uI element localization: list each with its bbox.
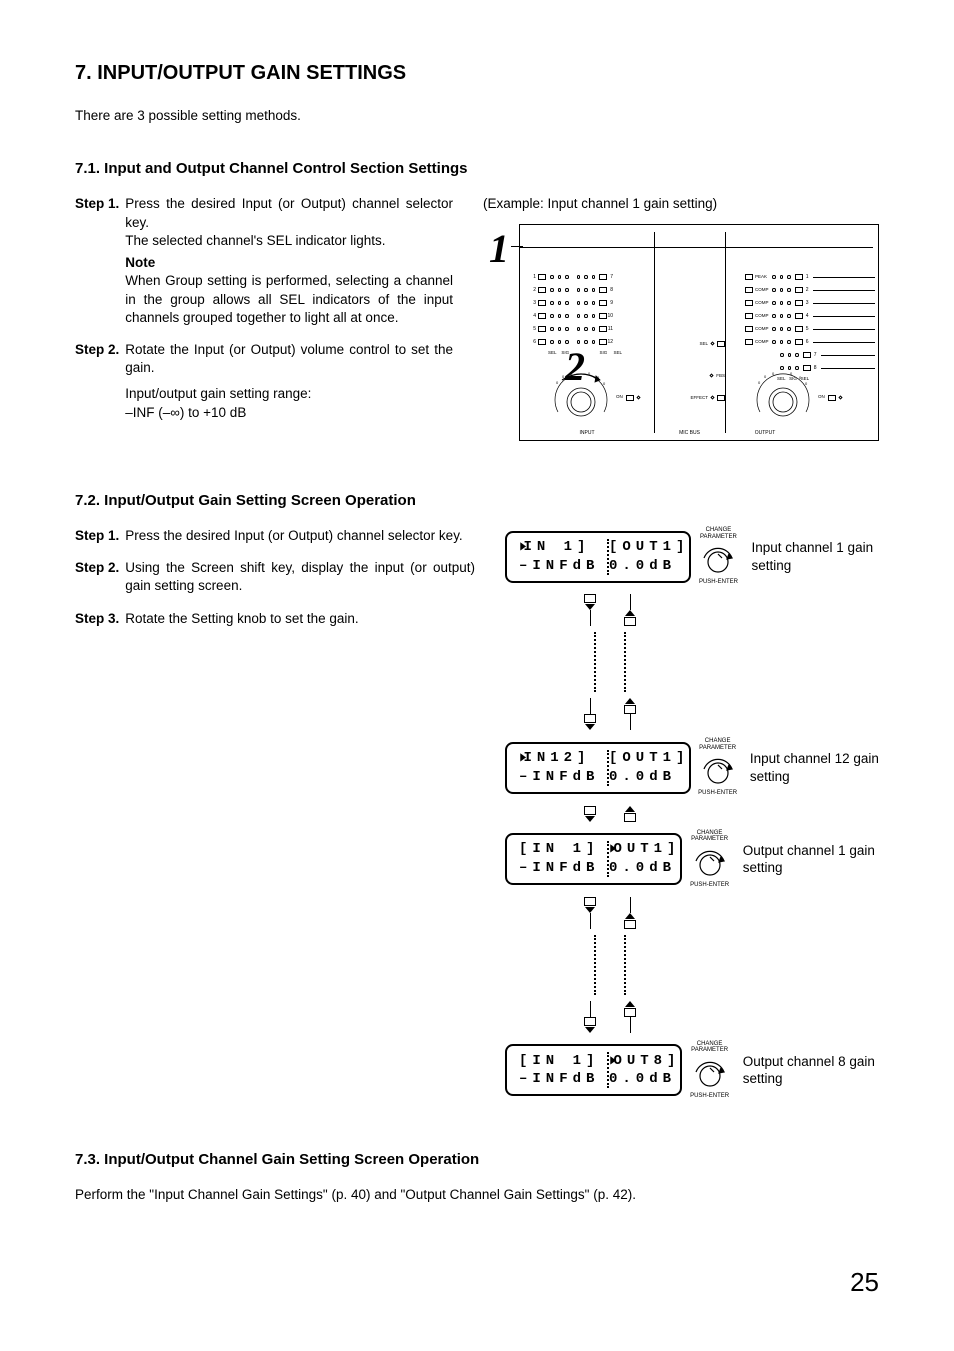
input-channel-matrix: 17 28 39 410 511 612 SEL SIGSIG SEL	[530, 271, 640, 356]
knob-label-top: CHANGEPARAMETER	[682, 1041, 736, 1054]
knob-label-bot: PUSH-ENTER	[691, 578, 745, 586]
nav-arrows-with-ellipsis	[505, 897, 879, 1033]
section-7-3-body: Perform the "Input Channel Gain Settings…	[75, 1186, 879, 1204]
step1-text-a: Press the desired Input (or Output) chan…	[125, 196, 453, 229]
screen-row: [IN 1]▶OUT1]–INFdB0.0dB CHANGEPARAMETER …	[505, 830, 879, 889]
knob-label-top: CHANGEPARAMETER	[691, 527, 745, 540]
knob-label-top: CHANGEPARAMETER	[682, 830, 736, 843]
s72-step1-text: Press the desired Input (or Output) chan…	[125, 527, 475, 545]
output-volume-knob: 000 000 ON	[750, 372, 814, 427]
svg-text:0: 0	[758, 380, 761, 385]
setting-knob: CHANGEPARAMETER PUSH-ENTER	[682, 1041, 736, 1100]
section-7-3-title: 7.3. Input/Output Channel Gain Setting S…	[75, 1150, 879, 1170]
lcd-screen: ▶IN 1][OUT1]–INFdB0.0dB	[505, 531, 691, 583]
knob-label-bot: PUSH-ENTER	[682, 881, 736, 889]
mic-bus-column: SEL FBS EFFECT	[670, 341, 725, 401]
down-button-icon	[584, 806, 596, 815]
knob-label-bot: PUSH-ENTER	[682, 1092, 736, 1100]
callout-line	[520, 247, 873, 248]
s72-step1-label: Step 1.	[75, 527, 119, 545]
example-caption: (Example: Input channel 1 gain setting)	[483, 195, 879, 213]
knob-label-top: CHANGEPARAMETER	[691, 738, 743, 751]
control-panel-diagram: 2 17 28 39 410 511 612 SEL SIGSIG SEL	[519, 224, 879, 441]
panel-divider	[654, 232, 655, 433]
triangle-down-icon	[585, 816, 595, 822]
lcd-screen: ▶IN12][OUT1]–INFdB0.0dB	[505, 742, 691, 794]
svg-text:0: 0	[764, 374, 767, 379]
input-section-label: INPUT	[520, 430, 654, 437]
screen-row: ▶IN 1][OUT1]–INFdB0.0dB CHANGEPARAMETER …	[505, 527, 879, 586]
s72-step3-text: Rotate the Setting knob to set the gain.	[125, 610, 475, 628]
svg-text:0: 0	[603, 381, 606, 386]
note-body: When Group setting is performed, selecti…	[125, 273, 453, 324]
setting-knob: CHANGEPARAMETER PUSH-ENTER	[691, 738, 743, 797]
up-button-icon	[624, 813, 636, 822]
nav-arrows	[505, 806, 715, 822]
output-channel-matrix: PEAK1 COMP2 COMP3 COMP4 COMP5 COMP6 7 8 …	[745, 271, 875, 382]
lcd-screen: [IN 1]▶OUT1]–INFdB0.0dB	[505, 833, 682, 885]
svg-text:0: 0	[805, 381, 808, 386]
micbus-section-label: MIC BUS	[654, 430, 725, 437]
s72-step2-text: Using the Screen shift key, display the …	[125, 559, 475, 595]
callout-1: 1	[489, 222, 509, 276]
screen-description: Input channel 12 gain setting	[750, 750, 879, 785]
knob-label-bot: PUSH-ENTER	[691, 789, 743, 797]
triangle-up-icon	[625, 806, 635, 812]
screen-row: [IN 1]▶OUT8]–INFdB0.0dB CHANGEPARAMETER …	[505, 1041, 879, 1100]
section-7-1-title: 7.1. Input and Output Channel Control Se…	[75, 159, 879, 179]
screen-description: Output channel 1 gain setting	[743, 842, 879, 877]
section-7-2-title: 7.2. Input/Output Gain Setting Screen Op…	[75, 491, 879, 511]
nav-arrows-with-ellipsis	[505, 594, 879, 730]
setting-knob: CHANGEPARAMETER PUSH-ENTER	[682, 830, 736, 889]
output-section-label: OUTPUT	[725, 430, 805, 437]
screen-description: Input channel 1 gain setting	[751, 539, 879, 574]
screen-row: ▶IN12][OUT1]–INFdB0.0dB CHANGEPARAMETER …	[505, 738, 879, 797]
screen-description: Output channel 8 gain setting	[743, 1053, 879, 1088]
step2-range-b: –INF (–∞) to +10 dB	[125, 405, 246, 420]
input-volume-knob: 000 000 ON	[548, 370, 612, 427]
step2-label: Step 2.	[75, 341, 119, 422]
step2-range-a: Input/output gain setting range:	[125, 386, 311, 401]
step1-text-b: The selected channel's SEL indicator lig…	[125, 233, 385, 248]
s72-step3-label: Step 3.	[75, 610, 119, 628]
step2-text-a: Rotate the Input (or Output) volume cont…	[125, 342, 453, 375]
step1-label: Step 1.	[75, 195, 119, 327]
lcd-screen: [IN 1]▶OUT8]–INFdB0.0dB	[505, 1044, 682, 1096]
setting-knob: CHANGEPARAMETER PUSH-ENTER	[691, 527, 745, 586]
s72-step2-label: Step 2.	[75, 559, 119, 595]
page-number: 25	[75, 1265, 879, 1300]
note-label: Note	[125, 254, 453, 272]
panel-divider	[725, 232, 726, 433]
svg-text:0: 0	[799, 375, 802, 380]
intro-text: There are 3 possible setting methods.	[75, 107, 879, 125]
page-title: 7. INPUT/OUTPUT GAIN SETTINGS	[75, 60, 879, 87]
svg-text:0: 0	[556, 380, 559, 385]
